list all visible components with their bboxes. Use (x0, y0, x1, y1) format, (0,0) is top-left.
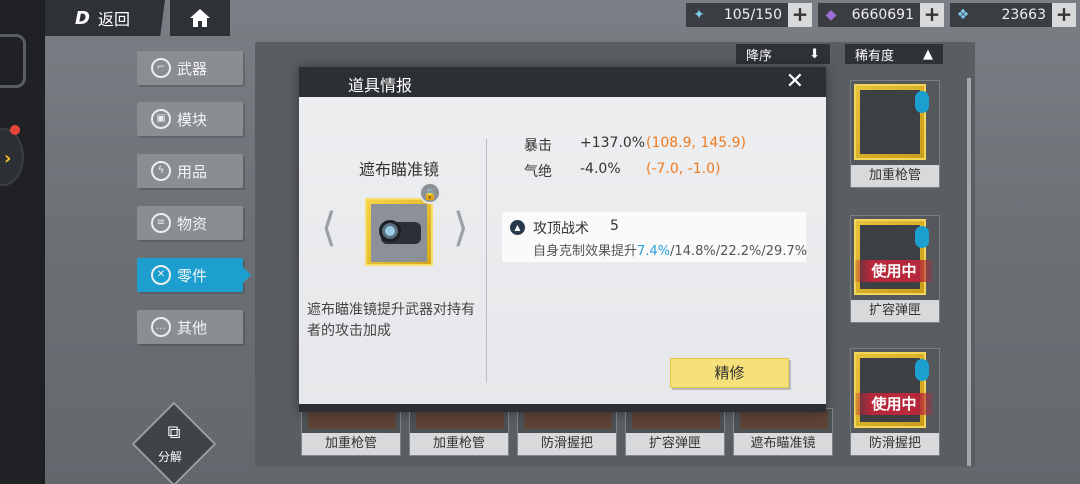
part-card-label: 防滑握把 (851, 433, 939, 455)
stat-range: (108.9, 145.9) (646, 135, 746, 151)
lightning-icon: ϟ (151, 161, 171, 181)
item-info-dialog: 道具情报 ✕ 遮布瞄准镜 ⟨ ⟩ 🔒 遮布瞄准镜提升武器对持有者的攻击加成 暴击… (299, 67, 826, 412)
back-label: 返回 (97, 10, 130, 29)
item-description: 遮布瞄准镜提升武器对持有者的攻击加成 (307, 302, 475, 339)
menu-item-others[interactable]: … 其他 (137, 310, 243, 344)
menu-item-weapons[interactable]: ⌐ 武器 (137, 51, 243, 85)
lock-icon[interactable]: 🔒 (419, 182, 441, 204)
home-button[interactable] (170, 0, 230, 36)
part-card-label: 扩容弹匣 (626, 433, 724, 455)
part-level-tag (915, 226, 929, 248)
coin-icon: ❖ (956, 7, 970, 23)
menu-item-supplies[interactable]: ϟ 用品 (137, 154, 243, 188)
menu-label: 零件 (177, 266, 208, 285)
stat-row-crit: 暴击 +137.0% (108.9, 145.9) (524, 135, 746, 155)
scrollbar[interactable] (967, 78, 971, 466)
crystal-resource: ◆ 6660691 + (818, 3, 944, 27)
gun-icon: ⌐ (151, 58, 171, 78)
menu-label: 武器 (177, 59, 208, 78)
part-level-tag (915, 359, 929, 381)
crystal-add-button[interactable]: + (920, 3, 944, 27)
module-icon: ▣ (151, 109, 171, 129)
coin-add-button[interactable]: + (1052, 3, 1076, 27)
menu-label: 用品 (177, 162, 208, 181)
dialog-title: 道具情报 (348, 76, 413, 95)
stat-row-stun: 气绝 -4.0% (-7.0, -1.0) (524, 161, 720, 181)
part-card-label: 扩容弹匣 (851, 300, 939, 322)
sort-order-label: 降序 (746, 48, 773, 64)
skill-box: ▲ 攻顶战术 5 自身克制效果提升7.4%/14.8%/22.2%/29.7% (502, 212, 807, 262)
stat-name: 暴击 (524, 138, 552, 154)
part-card[interactable]: 防滑握把 (517, 408, 617, 456)
part-card-label: 加重枪管 (410, 433, 508, 455)
menu-item-parts[interactable]: ✕ 零件 (137, 258, 251, 292)
coin-value: 23663 (1001, 7, 1046, 23)
parts-icon: ✕ (151, 265, 171, 285)
menu-label: 物资 (177, 214, 208, 233)
refine-button[interactable]: 精修 (670, 358, 789, 388)
stat-name: 气绝 (524, 164, 552, 180)
skill-desc-prefix: 自身克制效果提升 (533, 244, 638, 259)
dialog-header: 道具情报 ✕ (299, 67, 826, 97)
part-card[interactable]: 加重枪管 (850, 80, 940, 188)
skill-level: 5 (610, 218, 619, 234)
part-card[interactable]: 遮布瞄准镜 (733, 408, 833, 456)
sort-rarity-button[interactable]: 稀有度 ▲ (845, 44, 943, 64)
sort-rarity-label: 稀有度 (855, 48, 895, 64)
energy-add-button[interactable]: + (788, 3, 812, 27)
in-use-badge: 使用中 (855, 260, 933, 282)
sort-down-icon: ⬇ (809, 46, 820, 62)
skill-desc-highlight: 7.4% (637, 244, 671, 259)
skill-desc-rest: /14.8%/22.2%/29.7% (670, 244, 808, 259)
home-icon (190, 9, 210, 27)
back-logo-icon: D (75, 7, 90, 29)
part-level-tag (915, 91, 929, 113)
part-card[interactable]: 使用中 扩容弹匣 (850, 215, 940, 323)
energy-icon: ✦ (693, 7, 705, 23)
back-button[interactable]: D 返回 (45, 0, 165, 36)
item-name: 遮布瞄准镜 (359, 160, 440, 179)
notification-dot (10, 125, 20, 135)
next-item-arrow-icon[interactable]: ⟩ (453, 205, 469, 251)
menu-label: 模块 (177, 110, 208, 129)
part-card[interactable]: 加重枪管 (409, 408, 509, 456)
rarity-triangle-icon: ▲ (923, 46, 933, 62)
more-icon: … (151, 317, 171, 337)
scope-item-icon (365, 198, 433, 266)
part-card-label: 防滑握把 (518, 433, 616, 455)
chevron-right-icon: › (4, 148, 12, 169)
in-use-badge: 使用中 (855, 393, 933, 415)
menu-item-materials[interactable]: ≡ 物资 (137, 206, 243, 240)
skill-emblem-icon: ▲ (510, 220, 525, 235)
dialog-footer (299, 404, 826, 412)
part-card[interactable]: 扩容弹匣 (625, 408, 725, 456)
skill-description: 自身克制效果提升7.4%/14.8%/22.2%/29.7% (533, 240, 807, 259)
energy-resource: ✦ 105/150 + (686, 3, 812, 27)
stat-value: -4.0% (580, 161, 621, 177)
stat-range: (-7.0, -1.0) (646, 161, 721, 177)
divider (486, 139, 487, 383)
decompose-label: 分解 (158, 450, 183, 464)
sort-order-button[interactable]: 降序 ⬇ (736, 44, 830, 64)
energy-value: 105/150 (723, 7, 782, 23)
crystal-icon: ◆ (825, 7, 837, 23)
supply-icon: ≡ (151, 213, 171, 233)
part-card-label: 遮布瞄准镜 (734, 433, 832, 455)
edge-ring-decoration (0, 34, 26, 88)
close-icon[interactable]: ✕ (786, 71, 804, 93)
stat-value: +137.0% (580, 135, 646, 151)
coin-resource: ❖ 23663 + (950, 3, 1076, 27)
part-card[interactable]: 使用中 防滑握把 (850, 348, 940, 456)
part-card-label: 加重枪管 (302, 433, 400, 455)
part-card[interactable]: 加重枪管 (301, 408, 401, 456)
part-card-label: 加重枪管 (851, 165, 939, 187)
crystal-value: 6660691 (851, 7, 914, 23)
menu-label: 其他 (177, 318, 208, 337)
skill-name: 攻顶战术 (533, 221, 589, 237)
menu-item-modules[interactable]: ▣ 模块 (137, 102, 243, 136)
decompose-icon: ⧉ (167, 422, 181, 443)
prev-item-arrow-icon[interactable]: ⟨ (321, 205, 337, 251)
